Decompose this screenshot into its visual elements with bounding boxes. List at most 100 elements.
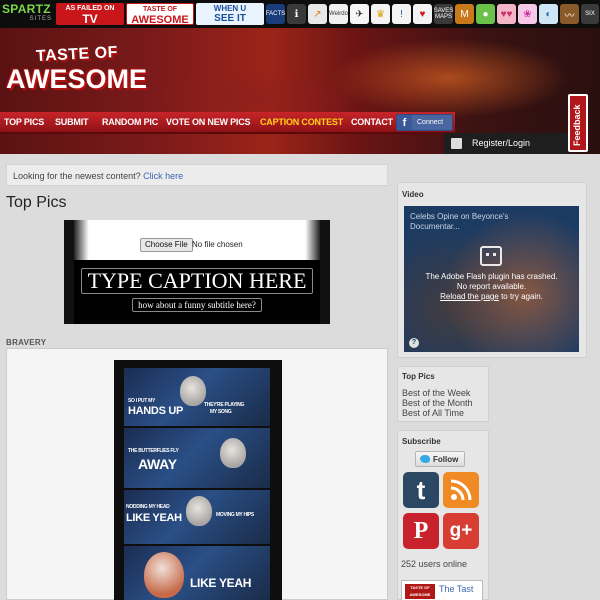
meme-text: SO I PUT MY xyxy=(128,398,155,404)
six-icon[interactable]: SIX xyxy=(581,4,599,24)
top-pics-section: Top Pics Best of the Week Best of the Mo… xyxy=(397,366,489,422)
rss-glyph xyxy=(450,479,472,501)
facts-icon[interactable]: FACTS xyxy=(266,4,285,24)
pinterest-icon[interactable]: P xyxy=(403,513,439,549)
rss-icon[interactable] xyxy=(443,472,479,508)
meme-face xyxy=(180,376,206,406)
post-card: SO I PUT MY HANDS UP THEY'RE PLAYING MY … xyxy=(6,348,388,600)
nav-caption-contest[interactable]: CAPTION CONTEST xyxy=(260,117,343,127)
site-link-taste-of-awesome[interactable]: TASTE OF AWESOME xyxy=(126,3,194,25)
plane-icon[interactable]: ✈ xyxy=(350,4,369,24)
saves-maps-icon[interactable]: SAVES MAPS xyxy=(434,4,453,24)
main-content: Looking for the newest content? Click he… xyxy=(0,154,393,600)
tumblr-icon[interactable]: t xyxy=(403,472,439,508)
video-player[interactable]: Celebs Opine on Beyonce's Documentar... … xyxy=(404,206,579,352)
arrow-icon[interactable]: ↗ xyxy=(308,4,327,24)
meme-text: MOVING MY HIPS xyxy=(216,512,254,518)
register-login-button[interactable]: Register/Login xyxy=(444,133,570,154)
google-plus-icon[interactable]: g+ xyxy=(443,513,479,549)
facebook-connect-button[interactable]: f Connect xyxy=(396,114,453,131)
reload-line: Reload the page to try again. xyxy=(404,292,579,302)
half-circle-icon[interactable]: ◐ xyxy=(539,4,558,24)
best-of-month-link[interactable]: Best of the Month xyxy=(402,398,473,408)
nav-top-pics[interactable]: TOP PICS xyxy=(4,117,44,127)
spartz-brand: SPARTZ xyxy=(2,2,51,16)
meme-text: MY SONG xyxy=(210,409,232,415)
meme-text: HANDS UP xyxy=(128,405,184,417)
exclaim-icon[interactable]: ! xyxy=(392,4,411,24)
meme-face xyxy=(186,496,212,526)
meme-panel-3: NODDING MY HEAD LIKE YEAH MOVING MY HIPS xyxy=(124,490,270,544)
caption-subtitle-text-box: how about a funny subtitle here? xyxy=(132,298,262,312)
feedback-tab[interactable]: Feedback xyxy=(568,94,588,152)
mini-logo: TASTE OF AWESOME xyxy=(405,584,435,599)
top-pics-heading: Top Pics xyxy=(402,372,435,381)
meme-text: THE BUTTERFLIES FLY xyxy=(128,448,179,454)
twitter-follow-label: Follow xyxy=(433,455,459,464)
site-link-failed-on-tv[interactable]: AS FAILED ON TV xyxy=(56,3,124,25)
feedback-label: Feedback xyxy=(572,104,582,146)
mustache-icon[interactable]: 〰 xyxy=(560,4,579,24)
upload-area: Choose File No file chosen xyxy=(74,220,320,260)
best-of-week-link[interactable]: Best of the Week xyxy=(402,388,470,398)
caption-maker: Choose File No file chosen TYPE CAPTION … xyxy=(64,220,330,324)
video-heading: Video xyxy=(402,190,424,199)
page-card-title: The Tast xyxy=(439,584,474,594)
reload-rest: to try again. xyxy=(501,292,543,301)
caption-subtitle-text[interactable]: how about a funny subtitle here? xyxy=(74,298,320,312)
logo-awesome: AWESOME xyxy=(6,64,148,94)
weirdo-icon[interactable]: Weirdo xyxy=(329,4,348,24)
spartz-sites-label: SITES xyxy=(29,16,52,22)
tv-icon[interactable]: ℹ xyxy=(287,4,306,24)
meme-face xyxy=(144,552,184,598)
meme-text: NODDING MY HEAD xyxy=(126,504,170,510)
meme-text: THEY'RE PLAYING xyxy=(204,402,245,408)
subscribe-heading: Subscribe xyxy=(402,437,441,446)
users-online: 252 users online xyxy=(401,559,468,569)
meme-text: LIKE YEAH xyxy=(190,576,252,590)
plugin-crash-line1: The Adobe Flash plugin has crashed. xyxy=(425,272,558,281)
facebook-connect-label: Connect xyxy=(417,119,444,126)
site-link-when-u-see-it[interactable]: WHEN U SEE IT xyxy=(196,3,264,25)
post-title[interactable]: BRAVERY xyxy=(6,338,46,347)
plugin-crash-line2: No report available. xyxy=(456,282,527,291)
nav-submit[interactable]: SUBMIT xyxy=(55,117,89,127)
twitter-follow-button[interactable]: Follow xyxy=(415,451,465,467)
meme-image[interactable]: SO I PUT MY HANDS UP THEY'RE PLAYING MY … xyxy=(114,360,282,600)
meme-face xyxy=(220,438,246,468)
site-link-line2: SEE IT xyxy=(214,13,246,24)
circle-icon[interactable]: ● xyxy=(476,4,495,24)
spartz-sites-logo[interactable]: SPARTZ SITES xyxy=(2,3,52,25)
best-of-all-time-link[interactable]: Best of All Time xyxy=(402,408,464,418)
nav-random-pic[interactable]: RANDOM PIC xyxy=(102,117,158,127)
user-icon xyxy=(451,138,462,149)
meme-panel-4: LIKE YEAH xyxy=(124,546,270,600)
meme-text: AWAY xyxy=(138,456,177,472)
newest-content-banner: Looking for the newest content? Click he… xyxy=(6,164,388,186)
facebook-page-card[interactable]: TASTE OF AWESOME The Tast xyxy=(401,580,483,600)
site-link-line2: TV xyxy=(82,12,98,25)
choose-file-button[interactable]: Choose File xyxy=(140,238,193,252)
crown-icon[interactable]: ♛ xyxy=(371,4,390,24)
site-logo[interactable]: TASTE OF AWESOME xyxy=(6,42,148,104)
flower-icon[interactable]: ❀ xyxy=(518,4,537,24)
network-bar: SPARTZ SITES AS FAILED ON TV TASTE OF AW… xyxy=(0,0,600,28)
hearts-icon[interactable]: ♥♥ xyxy=(497,4,516,24)
m-icon[interactable]: M xyxy=(455,4,474,24)
plugin-crash-message: The Adobe Flash plugin has crashed. No r… xyxy=(404,272,579,302)
caption-main-text-box: TYPE CAPTION HERE xyxy=(80,268,314,294)
caption-main-text[interactable]: TYPE CAPTION HERE xyxy=(74,268,320,294)
nav-contact[interactable]: CONTACT xyxy=(351,117,393,127)
nav-vote-on-new-pics[interactable]: VOTE ON NEW PICS xyxy=(166,117,251,127)
facebook-icon: f xyxy=(397,115,412,130)
logo-taste-of: TASTE OF xyxy=(35,43,119,66)
newest-content-link[interactable]: Click here xyxy=(143,171,183,181)
reload-page-link[interactable]: Reload the page xyxy=(440,292,499,301)
twitter-bird-icon xyxy=(420,455,430,463)
heart-icon[interactable]: ♥ xyxy=(413,4,432,24)
help-icon[interactable]: ? xyxy=(409,338,419,348)
meme-panel-2: THE BUTTERFLIES FLY AWAY xyxy=(124,428,270,488)
main-nav: TOP PICS SUBMIT RANDOM PIC VOTE ON NEW P… xyxy=(0,112,455,134)
newest-content-text: Looking for the newest content? xyxy=(13,171,141,181)
register-login-label: Register/Login xyxy=(472,138,531,148)
